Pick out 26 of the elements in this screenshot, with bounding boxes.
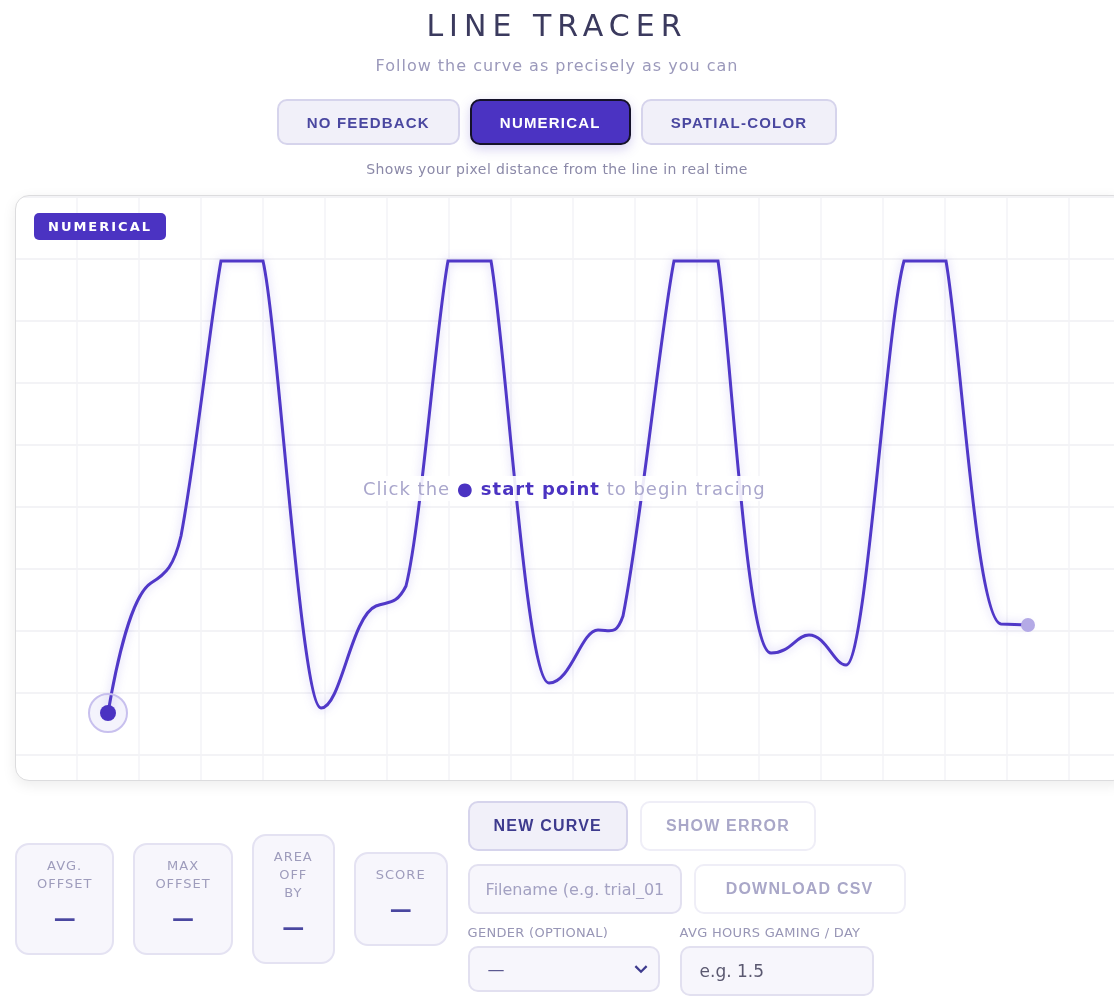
subtitle: Follow the curve as precisely as you can	[375, 56, 739, 75]
stat-value: —	[389, 895, 412, 924]
mode-button[interactable]: SPATIAL-COLOR	[640, 99, 838, 145]
field-label: AVG HOURS GAMING / DAY	[679, 925, 862, 940]
select-value: —	[487, 959, 505, 979]
stat-value: —	[53, 904, 76, 933]
stat-label: AREA OFF BY	[273, 847, 313, 902]
start-point[interactable]	[88, 693, 128, 733]
mode-description: Shows your pixel distance from the line in real time	[366, 161, 748, 177]
stat-label: AVG. OFFSET	[37, 856, 93, 893]
app-title: LINE TRACER	[426, 8, 688, 44]
action-button[interactable]: NEW CURVE	[467, 801, 628, 851]
chevron-down-icon	[633, 964, 648, 974]
stat-value: —	[172, 904, 195, 933]
gender-select[interactable]: —	[467, 946, 660, 992]
stat-label: MAX OFFSET	[155, 856, 211, 893]
mode-button[interactable]: NUMERICAL	[469, 99, 631, 145]
tracing-canvas[interactable]: NUMERICAL Click the ● start point to begin tracing	[15, 195, 1114, 781]
hours-field[interactable]: e.g. 1.5	[679, 946, 874, 996]
filename-field[interactable]: Filename (e.g. trial_01	[467, 864, 682, 914]
mode-button[interactable]: NO FEEDBACK	[276, 99, 460, 145]
mode-badge: NUMERICAL	[34, 213, 166, 240]
stat-label: SCORE	[375, 865, 426, 884]
stat-value: —	[282, 913, 305, 942]
end-point	[1021, 618, 1035, 632]
field-label: GENDER (OPTIONAL)	[467, 925, 610, 940]
